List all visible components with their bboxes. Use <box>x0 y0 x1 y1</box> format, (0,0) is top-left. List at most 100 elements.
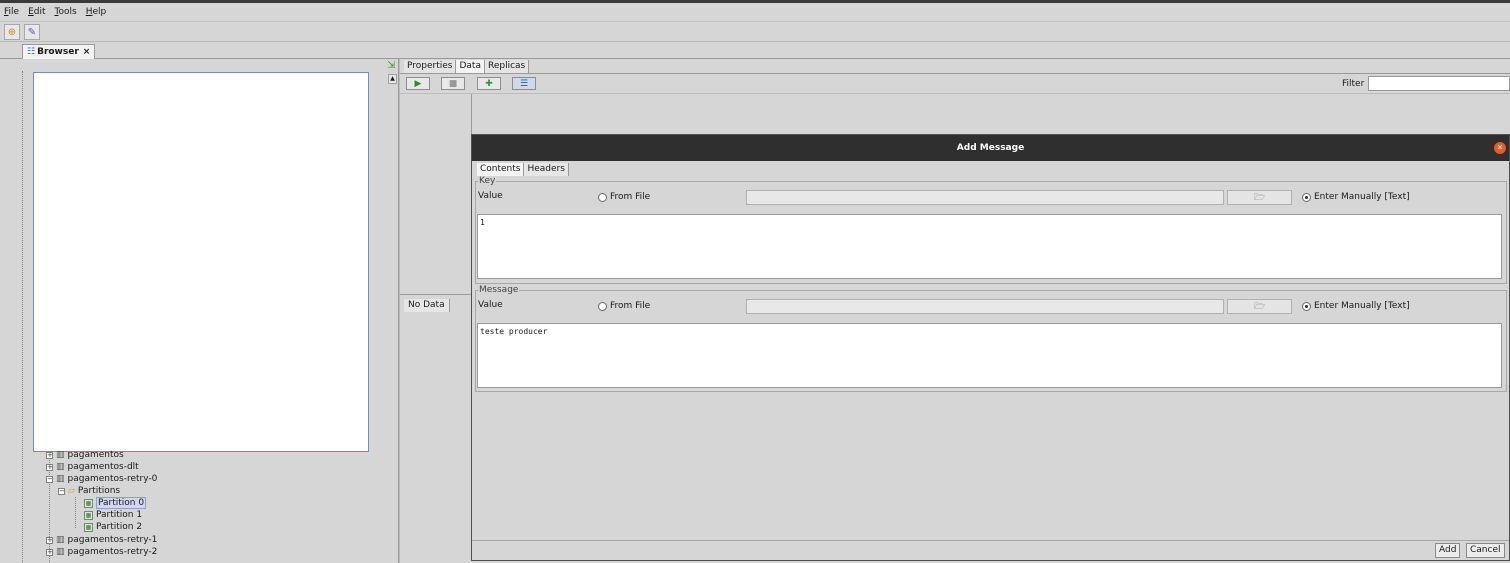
tree-item-pagamentos[interactable]: + ▥ pagamentos <box>46 449 124 461</box>
expand-icon[interactable]: + <box>46 463 53 471</box>
close-icon[interactable]: ✕ <box>1494 142 1506 154</box>
tree-item-label: pagamentos <box>67 450 124 460</box>
main-toolbar: ⊕ ✎ <box>0 21 1510 42</box>
browser-tab-row <box>0 42 1510 59</box>
detail-tabs: Properties Data Replicas <box>404 60 530 73</box>
tree-item-label: Partition 0 <box>96 497 147 509</box>
topic-icon: ▥ <box>56 547 65 557</box>
folder-open-icon: ▱ <box>68 486 75 496</box>
tree-guide-line <box>22 71 23 563</box>
tree-item-label: Partitions <box>77 486 121 496</box>
tree-item-label: pagamentos-retry-1 <box>67 535 158 545</box>
message-value-label: Value <box>478 300 503 310</box>
tree-item-pagamentos-retry-2[interactable]: + ▥ pagamentos-retry-2 <box>46 546 157 558</box>
tab-browser-label: Browser <box>37 47 79 57</box>
tab-no-data[interactable]: No Data <box>404 299 450 312</box>
tree-item-partition-2[interactable]: ▦ Partition 2 <box>84 521 142 533</box>
key-browse-button[interactable]: 🗁 <box>1227 190 1292 205</box>
partition-icon: ▦ <box>84 522 93 532</box>
message-text-area[interactable]: teste producer <box>477 323 1502 388</box>
tab-divider <box>400 73 1510 74</box>
tab-replicas[interactable]: Replicas <box>484 60 530 73</box>
radio-on-icon <box>1302 192 1311 202</box>
radio-off-icon <box>598 301 607 311</box>
key-enter-manually-radio[interactable]: Enter Manually [Text] <box>1302 192 1410 202</box>
collapse-pane-icon[interactable]: ⇲ <box>387 60 395 71</box>
stop-icon: ■ <box>448 78 458 89</box>
folder-icon: 🗁 <box>1253 192 1266 203</box>
tab-contents[interactable]: Contents <box>477 163 525 176</box>
run-button[interactable]: ▶ <box>406 77 430 90</box>
browser-tree-icon: ☷ <box>27 47 36 57</box>
filter-input[interactable] <box>1368 76 1510 91</box>
key-file-path-field[interactable] <box>746 190 1224 205</box>
radio-on-icon <box>1302 301 1311 311</box>
tree-item-label: Partition 2 <box>96 522 143 532</box>
close-icon[interactable]: × <box>83 47 91 57</box>
toolbar-divider <box>400 93 1510 94</box>
tree-guide-line <box>75 497 76 528</box>
tree-item-pagamentos-dlt[interactable]: + ▥ pagamentos-dlt <box>46 461 139 473</box>
key-from-file-radio[interactable]: From File <box>598 192 650 202</box>
tab-properties[interactable]: Properties <box>404 60 457 73</box>
tree-item-label: pagamentos-dlt <box>67 462 139 472</box>
radio-label: From File <box>610 192 651 202</box>
dialog-footer-divider <box>472 540 1509 541</box>
data-grid-area <box>400 94 472 294</box>
radio-label: Enter Manually [Text] <box>1314 301 1410 311</box>
menu-file[interactable]: File <box>4 7 19 17</box>
message-file-path-field[interactable] <box>746 299 1224 314</box>
message-from-file-radio[interactable]: From File <box>598 301 650 311</box>
add-button[interactable]: Add <box>1435 543 1461 558</box>
dialog-title: Add Message <box>956 143 1025 153</box>
filter-label: Filter <box>1342 79 1365 89</box>
list-view-icon: ☰ <box>519 78 529 89</box>
play-icon: ▶ <box>414 78 422 89</box>
topic-icon: ▥ <box>56 450 65 460</box>
stop-button[interactable]: ■ <box>441 77 465 90</box>
partition-icon: ▦ <box>84 498 93 508</box>
tree-overlay-box <box>33 72 369 452</box>
collapse-icon[interactable]: − <box>58 487 65 495</box>
topic-icon: ▥ <box>56 462 65 472</box>
menu-help[interactable]: Help <box>86 7 107 17</box>
tree-item-partition-0[interactable]: ▦ Partition 0 <box>84 497 147 509</box>
tool-icon: ✎ <box>27 26 37 38</box>
cancel-button[interactable]: Cancel <box>1466 543 1505 558</box>
tree-item-partition-1[interactable]: ▦ Partition 1 <box>84 509 142 521</box>
menu-edit[interactable]: Edit <box>28 7 45 17</box>
expand-icon[interactable]: + <box>46 548 53 556</box>
tab-browser[interactable]: ☷ Browser × <box>22 44 95 59</box>
partition-icon: ▦ <box>84 510 93 520</box>
dialog-title-bar[interactable]: Add Message <box>472 135 1509 161</box>
tab-headers[interactable]: Headers <box>524 163 569 176</box>
expand-icon[interactable]: + <box>46 536 53 544</box>
add-message-dialog: Add Message ✕ Contents Headers Key Value… <box>471 134 1510 561</box>
add-message-button[interactable]: ✚ <box>477 77 501 90</box>
plus-icon: ✚ <box>485 78 493 89</box>
expand-icon[interactable]: + <box>46 451 53 459</box>
key-value-label: Value <box>478 191 503 201</box>
menu-tools[interactable]: Tools <box>55 7 77 17</box>
tree-item-label: pagamentos-retry-2 <box>67 547 158 557</box>
menu-bar: File Edit Tools Help <box>0 3 1510 21</box>
message-browse-button[interactable]: 🗁 <box>1227 299 1292 314</box>
collapse-icon[interactable]: − <box>46 475 53 483</box>
view-toggle-button[interactable]: ☰ <box>512 77 536 90</box>
scroll-up-button[interactable]: ▲ <box>388 74 397 84</box>
radio-label: Enter Manually [Text] <box>1314 192 1410 202</box>
message-enter-manually-radio[interactable]: Enter Manually [Text] <box>1302 301 1410 311</box>
topic-icon: ▥ <box>56 535 65 545</box>
tab-data[interactable]: Data <box>456 60 485 73</box>
radio-off-icon <box>598 192 607 202</box>
message-legend: Message <box>478 285 520 295</box>
tree-item-partitions[interactable]: − ▱ Partitions <box>58 485 120 497</box>
add-connection-button[interactable]: ⊕ <box>4 24 20 40</box>
key-text-area[interactable]: 1 <box>477 214 1502 279</box>
settings-tool-button[interactable]: ✎ <box>24 24 40 40</box>
tree-item-pagamentos-retry-0[interactable]: − ▥ pagamentos-retry-0 <box>46 473 157 485</box>
radio-label: From File <box>610 301 651 311</box>
folder-icon: 🗁 <box>1253 301 1266 312</box>
tree-item-pagamentos-retry-1[interactable]: + ▥ pagamentos-retry-1 <box>46 534 157 546</box>
dialog-tabs: Contents Headers <box>477 163 569 176</box>
